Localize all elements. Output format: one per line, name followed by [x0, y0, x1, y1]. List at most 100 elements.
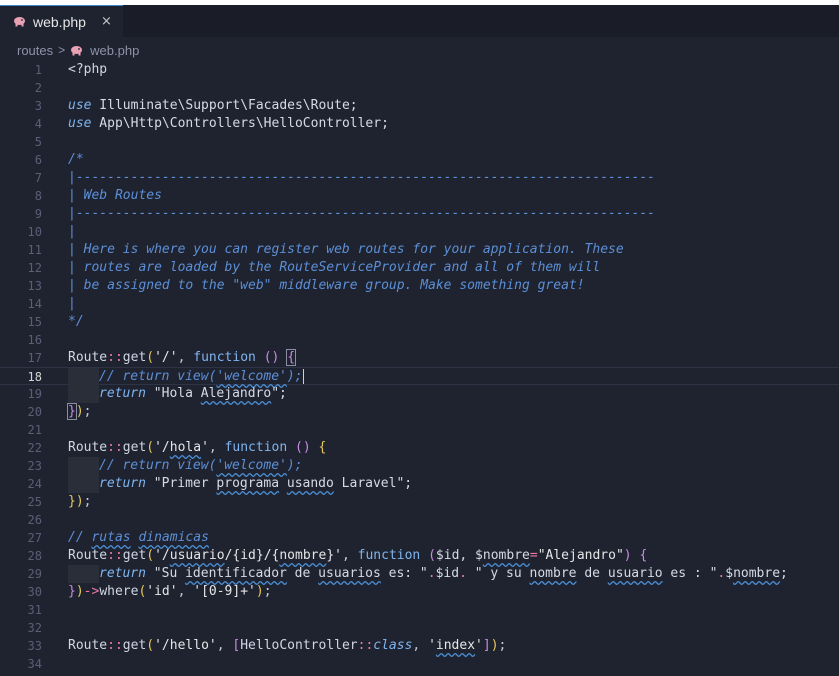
code-line[interactable]: 4 use App\Http\Controllers\HelloControlle… — [0, 115, 839, 133]
code-token: . — [427, 566, 436, 581]
code-token: "Su — [145, 566, 186, 581]
code-token: | — [68, 224, 76, 239]
code-line[interactable]: 13 | be assigned to the "web" middleware … — [0, 277, 839, 295]
code-token: " y su — [466, 566, 530, 581]
code-token: get — [122, 440, 147, 455]
code-line[interactable]: 17 Route::get('/', function () { — [0, 349, 839, 367]
code-line[interactable]: 19 return "Hola Alejandro"; — [0, 385, 839, 403]
line-number: 20 — [27, 405, 42, 419]
code-token: = — [529, 548, 538, 563]
code-line[interactable]: 18 // return view('welcome'); — [0, 367, 839, 386]
code-line[interactable]: 31 — [0, 601, 839, 619]
line-number: 5 — [34, 135, 42, 149]
code-token: index — [435, 638, 476, 653]
code-token: Illuminate\Support\Facades\Route; — [91, 98, 358, 113]
code-line[interactable]: 22 Route::get('/hola', function () { — [0, 439, 839, 457]
code-line[interactable]: 30})->where('id', '[0-9]+'); — [0, 583, 839, 601]
breadcrumb-folder[interactable]: routes — [17, 43, 53, 58]
line-code: Route::get('/usuario/{id}/{nombre}', fun… — [68, 547, 647, 565]
code-line[interactable]: 28 Route::get('/usuario/{id}/{nombre}', f… — [0, 547, 839, 565]
indent-guide — [68, 368, 99, 386]
code-line[interactable]: 16 — [0, 331, 839, 349]
line-code: }); — [68, 493, 91, 511]
line-number: 24 — [27, 477, 42, 491]
tab-label: web.php — [33, 13, 86, 30]
indent-guide — [68, 565, 99, 583]
code-token: Alejandro — [200, 386, 272, 401]
code-line[interactable]: 20}); — [0, 403, 839, 421]
code-token: use — [68, 98, 92, 113]
code-token: /* — [68, 152, 84, 167]
line-code: Route::get('/hola', function () { — [68, 439, 326, 457]
tab-web-php[interactable]: web.php × — [0, 5, 123, 37]
line-code: // rutas dinamicas — [68, 529, 209, 547]
code-line[interactable]: 21 — [0, 421, 839, 439]
line-number: 18 — [27, 370, 42, 384]
code-token: '/ — [154, 548, 170, 563]
line-number: 16 — [27, 333, 42, 347]
code-token: |---------------------------------------… — [68, 170, 655, 185]
code-token: ' — [201, 440, 209, 455]
code-token: function — [224, 440, 288, 455]
code-line[interactable]: 11 | Here is where you can register web r… — [0, 241, 839, 259]
code-line[interactable]: 8 | Web Routes — [0, 187, 839, 205]
code-line[interactable]: 15 */ — [0, 313, 839, 331]
code-line[interactable]: 3 use Illuminate\Support\Facades\Route; — [0, 97, 839, 115]
code-editor[interactable]: 1 <?php 2 3 use Illuminate\Support\Facades\R… — [0, 61, 839, 676]
code-token: $id, $ — [435, 548, 483, 563]
code-line[interactable]: 29 return "Su identificador de usuarios e… — [0, 565, 839, 583]
code-token: | routes are loaded by the RouteServiceP… — [68, 260, 601, 275]
code-token: where — [99, 584, 139, 599]
line-code: | — [68, 295, 76, 313]
code-token: , — [216, 638, 233, 653]
breadcrumb-file[interactable]: web.php — [90, 43, 139, 58]
code-line[interactable]: 5 — [0, 133, 839, 151]
code-token: ) — [623, 548, 632, 563]
code-token: } — [67, 403, 77, 420]
line-number: 22 — [27, 441, 42, 455]
code-line[interactable]: 27 // rutas dinamicas — [0, 529, 839, 547]
code-line[interactable]: 6 /* — [0, 151, 839, 169]
line-code: Route::get('/hello', [HelloController::c… — [68, 637, 506, 655]
code-line[interactable]: 2 — [0, 79, 839, 97]
line-number: 10 — [27, 225, 42, 239]
code-token: :: — [107, 638, 123, 653]
code-line[interactable]: 26 — [0, 511, 839, 529]
code-line[interactable]: 34 — [0, 655, 839, 673]
code-token: usuario — [607, 566, 663, 581]
code-token: */ — [68, 314, 84, 329]
code-line[interactable]: 9 |--------------------------------------… — [0, 205, 839, 223]
code-line[interactable]: 1 <?php — [0, 61, 839, 79]
code-token: ; — [83, 404, 92, 419]
line-number: 9 — [34, 207, 42, 221]
line-number: 13 — [27, 279, 42, 293]
line-number: 23 — [27, 459, 42, 473]
code-token: ; — [263, 584, 272, 599]
code-line[interactable]: 10 | — [0, 223, 839, 241]
close-icon[interactable]: × — [101, 14, 112, 29]
code-token: | be assigned to the "web" middleware gr… — [68, 278, 585, 293]
code-line[interactable]: 12 | routes are loaded by the RouteServic… — [0, 259, 839, 277]
code-line[interactable]: 32 — [0, 619, 839, 637]
code-line[interactable]: 23 // return view('welcome'); — [0, 457, 839, 475]
code-line[interactable]: 33 Route::get('/hello', [HelloController:… — [0, 637, 839, 655]
line-number: 4 — [34, 117, 42, 131]
code-token: { — [318, 440, 327, 455]
code-line[interactable]: 24 return "Primer programa usando Laravel… — [0, 475, 839, 493]
indent-guide — [68, 385, 99, 403]
code-token: | — [68, 296, 76, 311]
code-token: , — [177, 584, 194, 599]
line-code: | Here is where you can register web rou… — [68, 241, 624, 259]
code-token: |---------------------------------------… — [68, 206, 655, 221]
code-token: ) — [255, 584, 264, 599]
code-line[interactable]: 7 |--------------------------------------… — [0, 169, 839, 187]
code-line[interactable]: 25}); — [0, 493, 839, 511]
code-token: 'id' — [146, 584, 178, 599]
line-number: 25 — [27, 495, 42, 509]
code-token: ] — [482, 638, 491, 653]
code-line[interactable]: 14 | — [0, 295, 839, 313]
code-token: Route — [68, 548, 108, 563]
chevron-right-icon: > — [58, 43, 66, 57]
code-token: Hola — [161, 386, 201, 401]
